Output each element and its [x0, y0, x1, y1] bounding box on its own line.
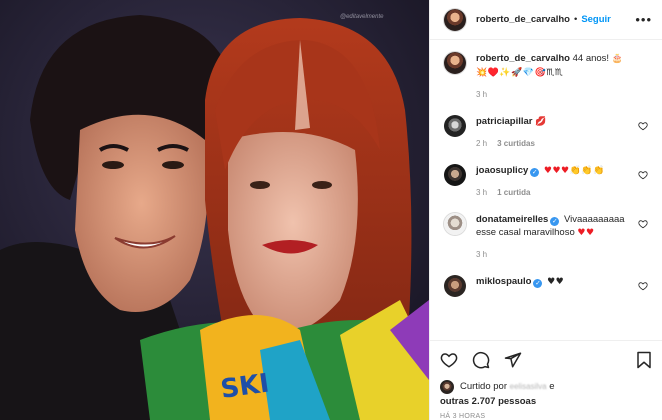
comment-likes-count[interactable]: 1 curtida: [497, 186, 530, 199]
comment-body: joaosuplicy ✓ ♥♥♥👏👏👏 3 h 1 curtida: [476, 164, 648, 199]
comment-username[interactable]: joaosuplicy: [476, 165, 528, 176]
like-comment-heart-icon[interactable]: [638, 170, 648, 180]
comment-meta: 3 h 1 curtida: [476, 186, 630, 199]
photo-watermark: @editavelmente: [340, 14, 384, 20]
comment-avatar[interactable]: [444, 275, 466, 297]
comment-emoji: 💋: [535, 117, 547, 127]
author-avatar[interactable]: [444, 8, 466, 31]
likes-others-count[interactable]: outras 2.707 pessoas: [440, 396, 536, 407]
comment-time[interactable]: 3 h: [476, 186, 487, 199]
comment-time[interactable]: 2 h: [476, 137, 487, 150]
likes-others-line: outras 2.707 pessoas: [430, 396, 662, 407]
comment-text: miklospaulo ✓ ♥♥: [476, 275, 630, 289]
comment-text: donatameirelles ✓ Vivaaaaaaaaa esse casal…: [476, 213, 630, 240]
caption-body: roberto_de_carvalho 44 anos! 🎂💥♥️✨🚀💎🎯♏♏ …: [476, 52, 648, 101]
comment-meta: 2 h 3 curtidas: [476, 137, 630, 150]
comment-likes-count[interactable]: 3 curtidas: [497, 137, 535, 150]
comment-row: miklospaulo ✓ ♥♥: [444, 275, 648, 297]
comment-username[interactable]: donatameirelles: [476, 214, 548, 225]
verified-badge-icon: ✓: [530, 168, 540, 177]
comment-meta: 3 h: [476, 248, 630, 261]
comment-row: donatameirelles ✓ Vivaaaaaaaaa esse casal…: [444, 213, 648, 261]
comment-avatar[interactable]: [444, 213, 466, 235]
likes-summary: Curtido por eelisasilva e: [430, 378, 662, 396]
comment-text: joaosuplicy ✓ ♥♥♥👏👏👏: [476, 164, 630, 178]
comment-emoji: ♥♥: [577, 228, 595, 238]
likes-conjunction: e: [549, 381, 555, 392]
caption-row: roberto_de_carvalho 44 anos! 🎂💥♥️✨🚀💎🎯♏♏ …: [444, 52, 648, 101]
verified-badge-icon: ✓: [533, 279, 543, 288]
comment-emoji: ♥♥♥👏👏👏: [543, 166, 605, 176]
comment-bubble-icon[interactable]: [472, 351, 490, 369]
comments-list[interactable]: roberto_de_carvalho 44 anos! 🎂💥♥️✨🚀💎🎯♏♏ …: [430, 40, 662, 340]
caption-meta: 3 h: [476, 88, 630, 101]
like-comment-heart-icon[interactable]: [638, 281, 648, 291]
comment-body: donatameirelles ✓ Vivaaaaaaaaa esse casal…: [476, 213, 648, 261]
post-header: roberto_de_carvalho • Seguir •••: [430, 0, 662, 40]
save-bookmark-icon[interactable]: [636, 351, 652, 369]
header-separator: •: [573, 14, 578, 25]
more-options-icon[interactable]: •••: [635, 13, 652, 26]
caption-username[interactable]: roberto_de_carvalho: [476, 53, 570, 64]
comment-row: joaosuplicy ✓ ♥♥♥👏👏👏 3 h 1 curtida: [444, 164, 648, 199]
comment-time[interactable]: 3 h: [476, 248, 487, 261]
comment-text: patriciapillar 💋: [476, 115, 630, 129]
like-comment-heart-icon[interactable]: [638, 121, 648, 131]
photo-illustration: SKI: [0, 0, 429, 420]
author-username[interactable]: roberto_de_carvalho: [476, 14, 570, 25]
comment-emoji: ♥♥: [547, 277, 565, 287]
action-bar: [430, 340, 662, 378]
comment-username[interactable]: patriciapillar: [476, 116, 533, 127]
like-comment-heart-icon[interactable]: [638, 219, 648, 229]
liked-by-user[interactable]: eelisasilva: [510, 382, 547, 391]
follow-button[interactable]: Seguir: [581, 14, 611, 25]
comment-username[interactable]: miklospaulo: [476, 276, 531, 287]
post-side-panel: roberto_de_carvalho • Seguir ••• roberto…: [429, 0, 662, 420]
verified-badge-icon: ✓: [550, 217, 560, 226]
caption-text: roberto_de_carvalho 44 anos! 🎂💥♥️✨🚀💎🎯♏♏: [476, 52, 630, 80]
comment-body: miklospaulo ✓ ♥♥: [476, 275, 648, 289]
comment-row: patriciapillar 💋 2 h 3 curtidas: [444, 115, 648, 150]
caption-content: 44 anos!: [572, 53, 610, 64]
liker-avatar[interactable]: [440, 380, 454, 394]
caption-avatar[interactable]: [444, 52, 466, 74]
comment-avatar[interactable]: [444, 115, 466, 137]
like-heart-icon[interactable]: [440, 351, 458, 369]
caption-time[interactable]: 3 h: [476, 88, 487, 101]
likes-line: Curtido por eelisasilva e: [460, 381, 554, 393]
post-timestamp[interactable]: HÁ 3 HORAS: [430, 407, 662, 420]
post-photo[interactable]: SKI @editavelmente: [0, 0, 429, 420]
comment-avatar[interactable]: [444, 164, 466, 186]
comment-body: patriciapillar 💋 2 h 3 curtidas: [476, 115, 648, 150]
instagram-post-window: SKI @editavelmente roberto_de_carvalho •…: [0, 0, 662, 420]
share-paper-plane-icon[interactable]: [504, 351, 522, 369]
liked-by-prefix: Curtido por: [460, 381, 507, 392]
